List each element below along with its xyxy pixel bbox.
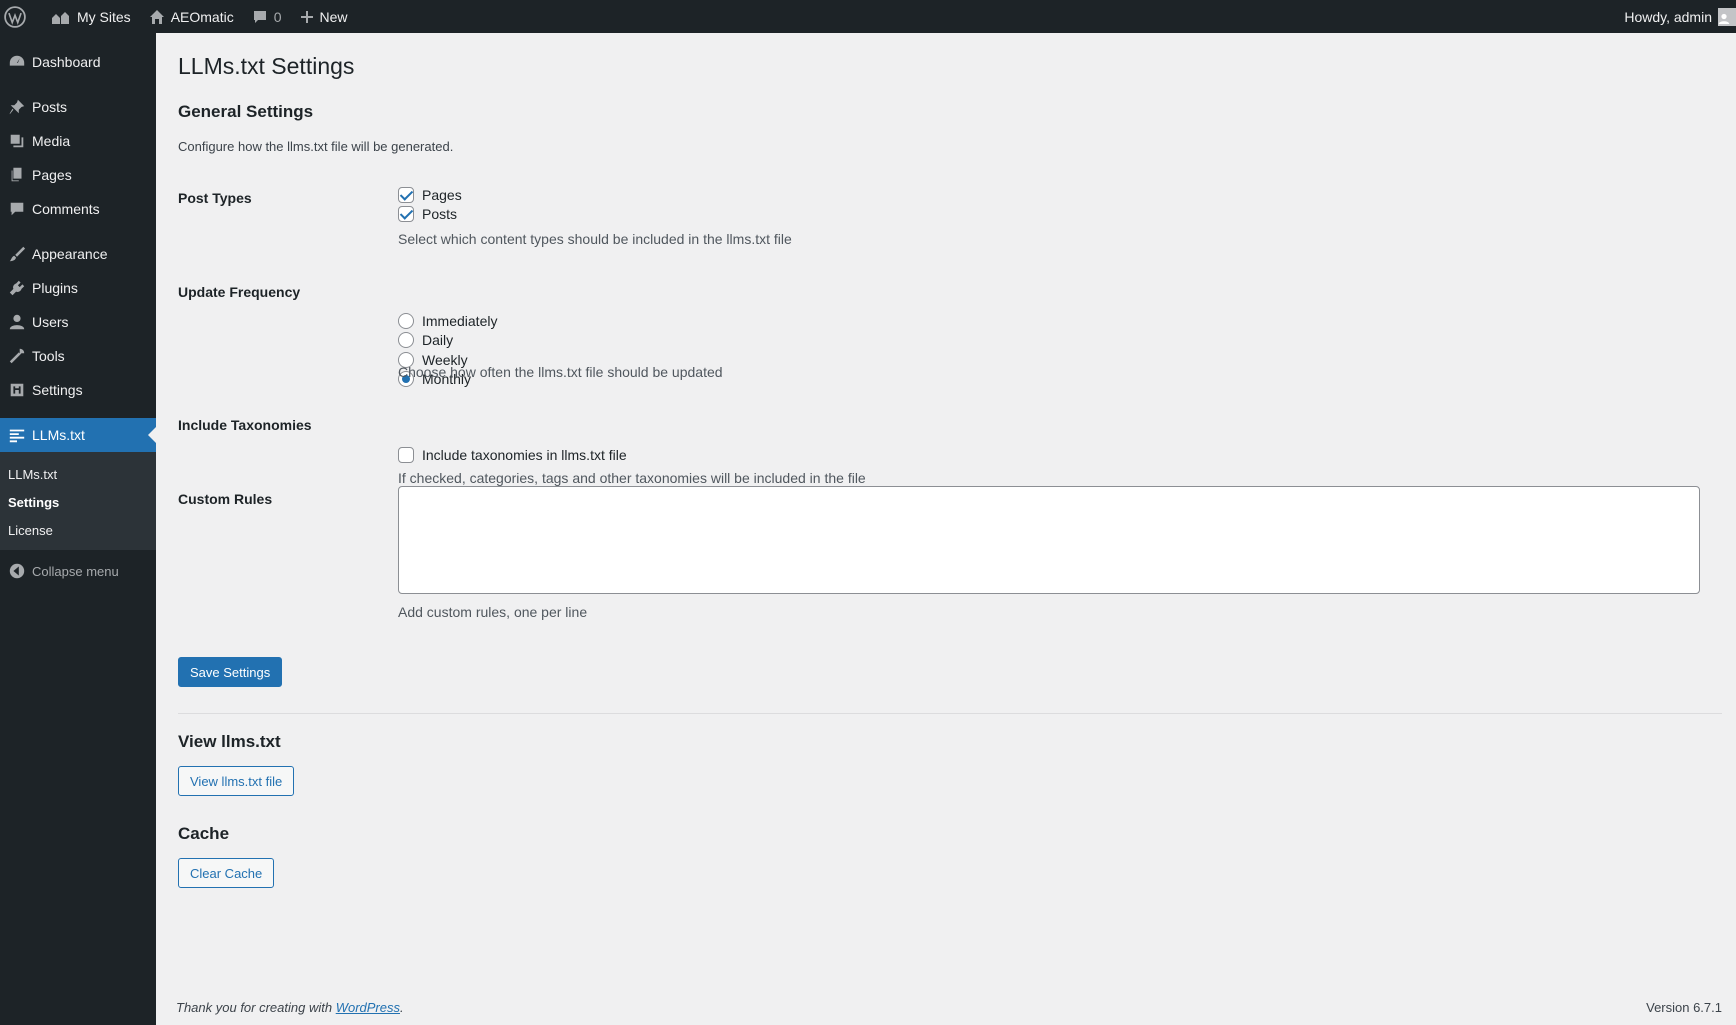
sidebar-item-posts[interactable]: Posts: [0, 90, 156, 124]
footer-version: Version 6.7.1: [1646, 1000, 1722, 1015]
frequency-daily-radio[interactable]: [398, 332, 414, 349]
my-sites-menu[interactable]: My Sites: [42, 0, 140, 33]
custom-rules-label: Custom Rules: [178, 491, 273, 507]
wrench-icon: [9, 348, 25, 364]
admin-footer: Thank you for creating with WordPress. V…: [176, 1000, 1722, 1015]
collapse-arrow-icon: [9, 563, 25, 579]
user-icon: [9, 314, 25, 330]
post-type-posts-option[interactable]: Posts: [398, 205, 462, 225]
view-llms-heading: View llms.txt: [178, 732, 281, 751]
sidebar-label-appearance: Appearance: [32, 246, 108, 262]
frequency-immediately-label: Immediately: [422, 312, 498, 329]
site-name-label: AEOmatic: [170, 8, 234, 25]
media-icon: [10, 134, 24, 148]
sidebar-label-posts: Posts: [32, 99, 68, 115]
my-account-menu[interactable]: Howdy, admin: [1615, 0, 1736, 33]
clear-cache-button[interactable]: Clear Cache: [178, 858, 275, 888]
frequency-daily-label: Daily: [422, 332, 454, 349]
collapse-menu-button[interactable]: Collapse menu: [0, 554, 156, 588]
pages-icon: [11, 167, 22, 182]
comment-bubble-icon: [253, 10, 266, 23]
post-types-help: Select which content types should be inc…: [398, 231, 792, 247]
sidebar-item-llms-txt[interactable]: LLMs.txt: [0, 418, 156, 452]
sidebar-item-appearance[interactable]: Appearance: [0, 237, 156, 271]
post-types-field: Pages Posts: [398, 185, 462, 224]
include-taxonomies-help: If checked, categories, tags and other t…: [398, 470, 866, 486]
section-divider: [178, 713, 1722, 714]
new-content-menu[interactable]: New: [291, 0, 357, 33]
post-type-posts-checkbox[interactable]: [398, 206, 414, 223]
avatar: [1718, 7, 1736, 26]
new-label: New: [319, 8, 348, 25]
site-name-menu[interactable]: AEOmatic: [140, 0, 243, 33]
submenu-item-settings[interactable]: Settings: [0, 488, 156, 516]
sidebar-item-users[interactable]: Users: [0, 305, 156, 339]
frequency-immediately-radio[interactable]: [398, 312, 414, 329]
comments-menu[interactable]: 0: [243, 0, 291, 33]
sidebar-label-tools: Tools: [32, 348, 65, 364]
include-taxonomies-checkbox[interactable]: [398, 446, 414, 463]
sidebar-label-settings: Settings: [32, 382, 83, 398]
cache-heading: Cache: [178, 824, 230, 843]
pushpin-icon: [9, 99, 25, 115]
collapse-menu-label: Collapse menu: [32, 563, 119, 579]
plugin-icon: [9, 280, 25, 296]
sidebar-item-plugins[interactable]: Plugins: [0, 271, 156, 305]
sidebar-label-comments: Comments: [32, 201, 100, 217]
my-sites-icon: [52, 11, 69, 24]
paintbrush-icon: [9, 246, 26, 262]
wordpress-logo-icon[interactable]: [0, 0, 42, 33]
comments-count: 0: [273, 8, 282, 25]
custom-rules-textarea[interactable]: [398, 486, 1700, 594]
comments-icon: [10, 202, 24, 216]
include-taxonomies-field: Include taxonomies in llms.txt file: [398, 445, 627, 465]
submenu-item-llms-txt[interactable]: LLMs.txt: [0, 460, 156, 488]
sidebar-label-plugins: Plugins: [32, 280, 78, 296]
sidebar-item-settings[interactable]: Settings: [0, 373, 156, 407]
view-llms-file-button[interactable]: View llms.txt file: [178, 766, 295, 796]
footer-thanks-suffix: .: [400, 1000, 404, 1015]
post-type-pages-option[interactable]: Pages: [398, 185, 462, 205]
submenu-item-license[interactable]: License: [0, 516, 156, 544]
post-type-posts-label: Posts: [422, 206, 458, 223]
howdy-label: Howdy, admin: [1624, 8, 1712, 25]
footer-thanks: Thank you for creating with WordPress.: [176, 1000, 404, 1015]
dashboard-icon: [9, 55, 25, 66]
sidebar-item-tools[interactable]: Tools: [0, 339, 156, 373]
sidebar-item-comments[interactable]: Comments: [0, 192, 156, 226]
post-type-pages-label: Pages: [422, 186, 462, 203]
general-settings-heading: General Settings: [178, 102, 314, 121]
update-frequency-label: Update Frequency: [178, 284, 301, 300]
sidebar-item-media[interactable]: Media: [0, 124, 156, 158]
frequency-daily-option[interactable]: Daily: [398, 331, 497, 351]
include-taxonomies-label: Include Taxonomies: [178, 417, 312, 433]
custom-rules-help: Add custom rules, one per line: [398, 604, 588, 620]
sidebar-label-media: Media: [32, 133, 71, 149]
sidebar-label-users: Users: [32, 314, 69, 330]
sidebar-label-llms-txt: LLMs.txt: [32, 427, 85, 443]
include-taxonomies-option-label: Include taxonomies in llms.txt file: [422, 446, 627, 463]
sidebar-label-dashboard: Dashboard: [32, 54, 101, 70]
admin-sidebar: Dashboard Posts Media Pages Comments App…: [0, 33, 156, 1025]
sidebar-item-pages[interactable]: Pages: [0, 158, 156, 192]
save-settings-button[interactable]: Save Settings: [178, 657, 283, 687]
sidebar-item-dashboard[interactable]: Dashboard: [0, 45, 156, 79]
my-sites-label: My Sites: [77, 8, 131, 25]
general-settings-description: Configure how the llms.txt file will be …: [178, 139, 454, 154]
wordpress-link[interactable]: WordPress: [336, 1000, 400, 1015]
post-types-label: Post Types: [178, 190, 252, 206]
settings-icon: [10, 383, 24, 397]
post-type-pages-checkbox[interactable]: [398, 186, 414, 203]
plus-icon: [300, 10, 313, 23]
sidebar-label-pages: Pages: [32, 167, 72, 183]
include-taxonomies-option[interactable]: Include taxonomies in llms.txt file: [398, 445, 627, 465]
page-title: LLMs.txt Settings: [178, 53, 355, 79]
admin-bar: My Sites AEOmatic 0 New Howdy, admin: [0, 0, 1736, 33]
text-align-icon: [9, 429, 25, 443]
home-icon: [149, 9, 164, 24]
llms-submenu: LLMs.txt Settings License: [0, 452, 156, 550]
update-frequency-help: Choose how often the llms.txt file shoul…: [398, 364, 723, 380]
frequency-immediately-option[interactable]: Immediately: [398, 311, 497, 331]
footer-thanks-prefix: Thank you for creating with: [176, 1000, 336, 1015]
